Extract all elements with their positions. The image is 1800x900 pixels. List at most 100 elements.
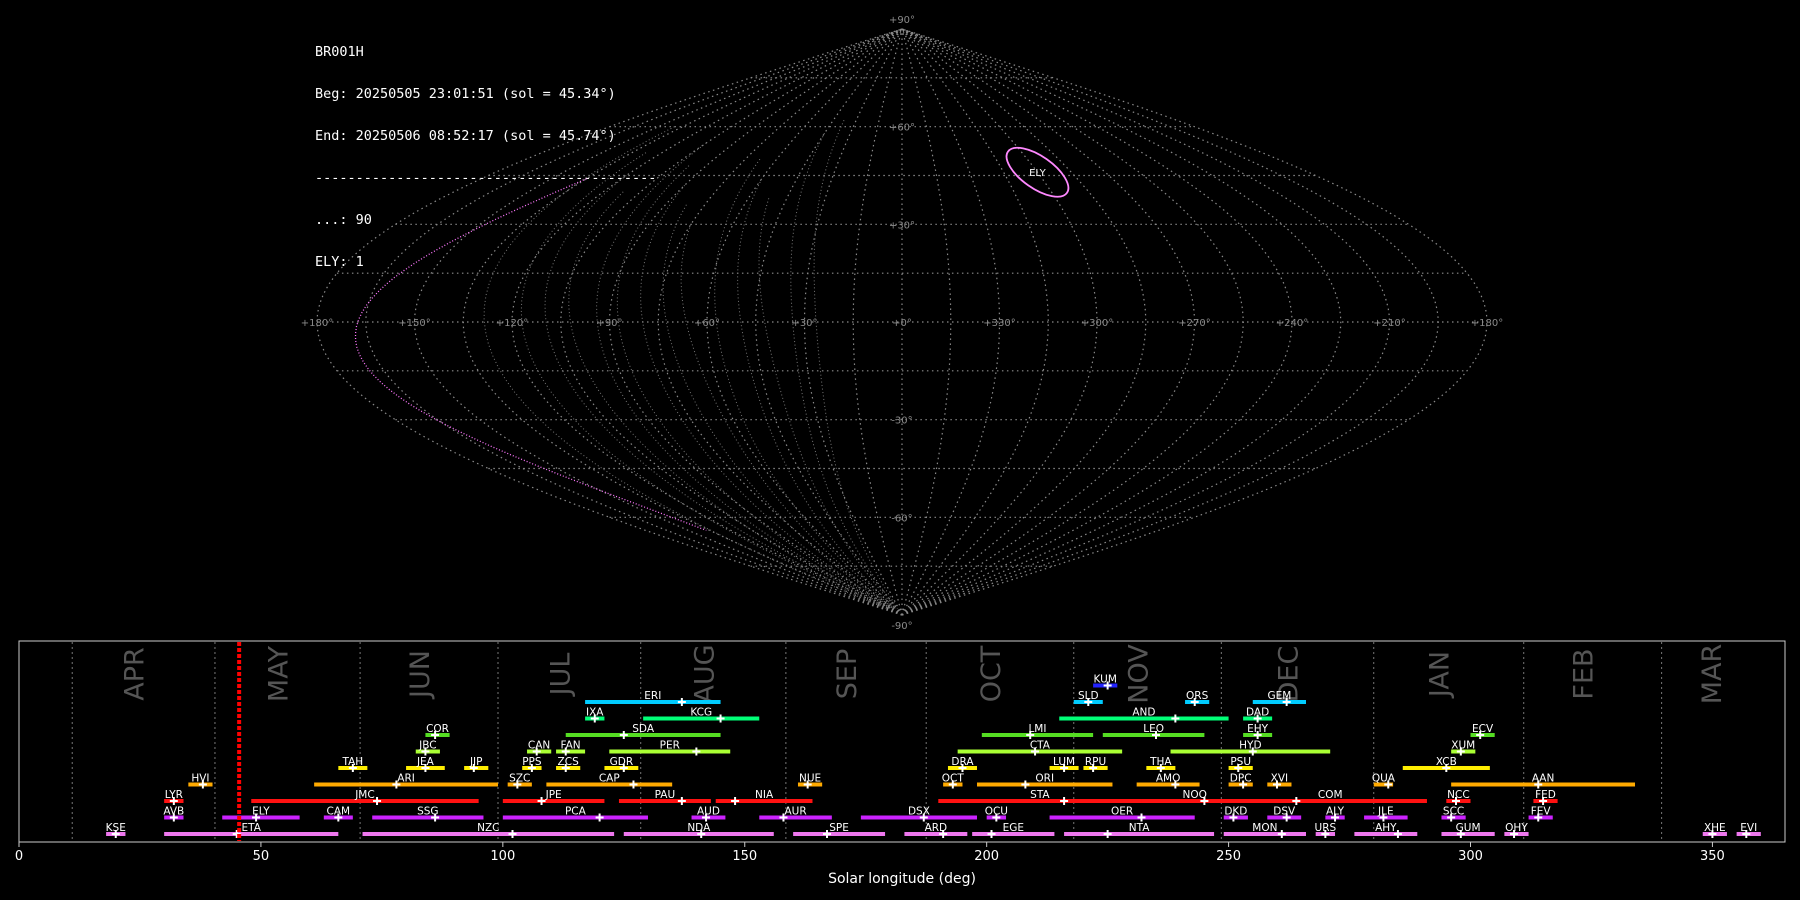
shower-com: COM <box>1233 789 1427 805</box>
latitude-label: -90° <box>891 621 912 630</box>
shower-scc: SCC <box>1441 806 1466 822</box>
shower-code-label: LEO <box>1143 723 1164 735</box>
shower-code-label: PCA <box>565 806 587 818</box>
x-tick-label: 200 <box>974 849 999 864</box>
shower-zcs: ZCS <box>556 756 581 772</box>
longitude-label: +270° <box>1178 318 1210 329</box>
shower-and: AND <box>1059 707 1229 723</box>
radiant-label: ELY <box>1029 168 1047 179</box>
shower-code-label: JBC <box>418 740 436 752</box>
x-tick-label: 350 <box>1700 849 1725 864</box>
shower-code-label: AMO <box>1156 773 1181 785</box>
month-label: APR <box>120 647 151 701</box>
shower-code-label: KCG <box>690 707 712 719</box>
shower-bars: KUM ERI SLD ORS GEM IXA KCG AND DAD COR SDA LMI LEO E… <box>106 674 1761 838</box>
shower-jbc: JBC <box>415 740 440 756</box>
shower-code-label: PPS <box>522 756 542 768</box>
shower-code-label: NZC <box>477 822 499 834</box>
shower-code-label: AND <box>1132 707 1155 719</box>
shower-code-label: OCU <box>985 806 1008 818</box>
month-labels: APR MAY JUN JUL AUG SEP OCT NOV DEC JAN FEB MAR <box>71 642 1728 841</box>
shower-code-label: NTA <box>1129 822 1150 834</box>
shower-code-label: DRA <box>951 756 974 768</box>
shower-ecv: ECV <box>1470 723 1495 739</box>
shower-ors: ORS <box>1185 690 1210 706</box>
shower-aur: AUR <box>759 806 832 822</box>
shower-lmi: LMI <box>981 723 1094 739</box>
shower-code-label: THA <box>1149 756 1172 768</box>
shower-ohy: OHY <box>1504 822 1529 838</box>
shower-code-label: DAD <box>1246 707 1269 719</box>
shower-drift-track <box>483 126 887 609</box>
shower-code-label: DKD <box>1224 806 1247 818</box>
shower-code-label: IXA <box>586 707 604 719</box>
radiant-drift-tracks <box>354 119 899 609</box>
shower-hyd: HYD <box>1170 740 1331 756</box>
shower-oct: OCT <box>942 773 965 789</box>
shower-ely: ELY <box>222 806 300 822</box>
meridian-line <box>901 28 1391 616</box>
shower-code-label: PAU <box>655 789 676 801</box>
shower-code-label: LYR <box>165 789 183 801</box>
shower-qua: QUA <box>1372 773 1396 789</box>
shower-code-label: EHY <box>1247 723 1269 735</box>
shower-nta: NTA <box>1064 822 1215 838</box>
shower-code-label: EVI <box>1740 822 1757 834</box>
longitude-label: +180° <box>301 318 333 329</box>
shower-drift-track <box>544 175 889 609</box>
shower-code-label: NCC <box>1447 789 1470 801</box>
shower-code-label: HYD <box>1239 740 1261 752</box>
shower-gdr: GDR <box>604 756 639 772</box>
shower-code-label: NOO <box>1183 789 1207 801</box>
shower-code-label: HVI <box>191 773 209 785</box>
longitude-label: +30° <box>791 318 817 329</box>
shower-ari: ARI <box>314 773 498 789</box>
shower-nia: NIA <box>715 789 813 805</box>
shower-code-label: JMC <box>354 789 375 801</box>
shower-code-label: SCC <box>1443 806 1464 818</box>
shower-drift-track <box>596 142 891 609</box>
month-label: NOV <box>1124 644 1155 704</box>
shower-code-label: SSG <box>417 806 438 818</box>
x-tick-label: 300 <box>1458 849 1483 864</box>
shower-code-label: OCT <box>942 773 965 785</box>
x-tick-label: 50 <box>253 849 270 864</box>
shower-pps: PPS <box>522 756 542 772</box>
shower-code-label: SLD <box>1078 690 1099 702</box>
latitude-label: +30° <box>889 220 915 231</box>
x-tick-label: 100 <box>490 849 515 864</box>
shower-code-label: XVI <box>1271 773 1288 785</box>
month-label: FEB <box>1569 648 1600 699</box>
shower-drift-track <box>790 132 898 609</box>
radiant-drift-curve <box>354 178 707 532</box>
shower-code-label: CAP <box>599 773 620 785</box>
shower-timeline-chart: APR MAY JUN JUL AUG SEP OCT NOV DEC JAN FEB MAR KUM… <box>15 640 1786 887</box>
longitude-label: +210° <box>1373 318 1405 329</box>
shower-cap: CAP <box>546 773 673 789</box>
shower-code-label: PSU <box>1230 756 1251 768</box>
shower-evi: EVI <box>1736 822 1761 838</box>
shower-code-label: DPC <box>1230 773 1252 785</box>
shower-dpc: DPC <box>1228 773 1253 789</box>
shower-code-label: AAN <box>1532 773 1555 785</box>
month-label: JAN <box>1425 651 1456 699</box>
longitude-label: +90° <box>596 318 622 329</box>
shower-ori: ORI <box>976 773 1113 789</box>
shower-lum: LUM <box>1049 756 1079 772</box>
shower-hvi: HVI <box>188 773 213 789</box>
radiant-marker: ELY <box>1005 146 1070 198</box>
shower-code-label: RPU <box>1085 756 1106 768</box>
shower-code-label: AVB <box>163 806 184 818</box>
shower-cta: CTA <box>957 740 1123 756</box>
shower-kcg: KCG <box>643 707 760 723</box>
shower-nzc: NZC <box>362 822 615 838</box>
shower-code-label: ARI <box>397 773 415 785</box>
shower-urs: URS <box>1315 822 1337 838</box>
longitude-label: +240° <box>1276 318 1308 329</box>
longitude-label: +150° <box>398 318 430 329</box>
shower-avb: AVB <box>163 806 184 822</box>
shower-can: CAN <box>527 740 552 756</box>
shower-fan: FAN <box>556 740 586 756</box>
shower-psu: PSU <box>1228 756 1253 772</box>
shower-drift-track <box>813 119 899 609</box>
